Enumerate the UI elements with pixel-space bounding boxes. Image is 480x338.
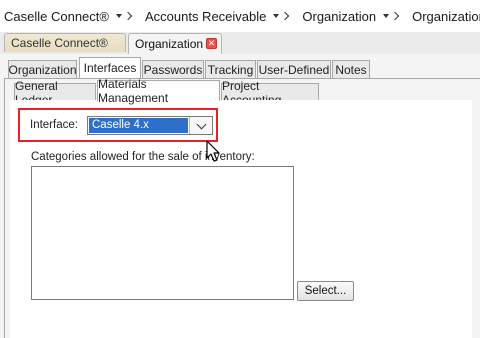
chevron-down-icon bbox=[196, 119, 206, 129]
subtab-general-ledger[interactable]: General Ledger bbox=[14, 79, 96, 107]
interface-label: Interface: bbox=[30, 119, 78, 131]
breadcrumb-item-caselle-connect[interactable]: Caselle Connect® bbox=[0, 9, 141, 24]
tab-tracking[interactable]: Tracking bbox=[205, 60, 256, 78]
tab-notes[interactable]: Notes bbox=[332, 60, 370, 78]
tab-label: Interfaces bbox=[83, 61, 137, 75]
document-tab-bar: Caselle Connect® Organization ✕ bbox=[0, 32, 480, 55]
categories-list[interactable] bbox=[31, 166, 294, 300]
breadcrumb-item-organization[interactable]: Organization bbox=[298, 9, 408, 24]
doc-tab-organization[interactable]: Organization ✕ bbox=[128, 33, 222, 54]
breadcrumb-dropdown[interactable] bbox=[383, 11, 400, 21]
interface-dropdown-button[interactable] bbox=[189, 117, 212, 134]
chevron-right-icon bbox=[281, 11, 290, 21]
subtab-materials-management[interactable]: Materials Management bbox=[97, 77, 220, 105]
doc-tab-label: Caselle Connect® bbox=[11, 36, 108, 50]
tab-interfaces[interactable]: Interfaces bbox=[79, 57, 141, 78]
panel-left-border bbox=[4, 78, 5, 338]
doc-tab-caselle-connect[interactable]: Caselle Connect® bbox=[4, 33, 126, 52]
dropdown-arrow-icon bbox=[273, 14, 280, 18]
breadcrumb-label: Organization bbox=[412, 8, 480, 24]
dropdown-arrow-icon bbox=[115, 14, 122, 18]
interface-select-value: Caselle 4.x bbox=[89, 118, 188, 133]
interface-select[interactable]: Caselle 4.x bbox=[87, 116, 213, 135]
tab-label: Passwords bbox=[143, 62, 203, 77]
close-icon[interactable]: ✕ bbox=[206, 38, 217, 49]
tab-label: Materials Management bbox=[98, 77, 169, 105]
breadcrumb-dropdown[interactable] bbox=[115, 11, 133, 21]
breadcrumb: Caselle Connect® Accounts Receivable Org… bbox=[0, 0, 480, 33]
tab-label: Tracking bbox=[207, 62, 254, 77]
breadcrumb-label: Accounts Receivable bbox=[144, 8, 267, 24]
doc-tab-label: Organization bbox=[135, 37, 204, 51]
breadcrumb-dropdown[interactable] bbox=[273, 11, 290, 21]
tab-organization[interactable]: Organization bbox=[8, 60, 77, 78]
tab-label: User-Defined bbox=[258, 62, 330, 77]
chevron-right-icon bbox=[390, 11, 400, 21]
breadcrumb-label: Caselle Connect® bbox=[4, 8, 109, 24]
breadcrumb-item-organization-current[interactable]: Organization bbox=[408, 9, 480, 24]
dropdown-arrow-icon bbox=[383, 14, 390, 18]
breadcrumb-item-accounts-receivable[interactable]: Accounts Receivable bbox=[141, 9, 298, 24]
breadcrumb-label: Organization bbox=[302, 8, 377, 24]
tab-passwords[interactable]: Passwords bbox=[142, 60, 204, 78]
tab-label: Organization bbox=[8, 62, 77, 77]
subtab-project-accounting[interactable]: Project Accounting bbox=[221, 79, 319, 107]
mouse-cursor-icon bbox=[206, 140, 220, 162]
chevron-right-icon bbox=[123, 11, 133, 21]
tab-label: Notes bbox=[335, 62, 367, 77]
select-button[interactable]: Select... bbox=[297, 281, 354, 301]
tab-user-defined[interactable]: User-Defined bbox=[257, 60, 331, 78]
